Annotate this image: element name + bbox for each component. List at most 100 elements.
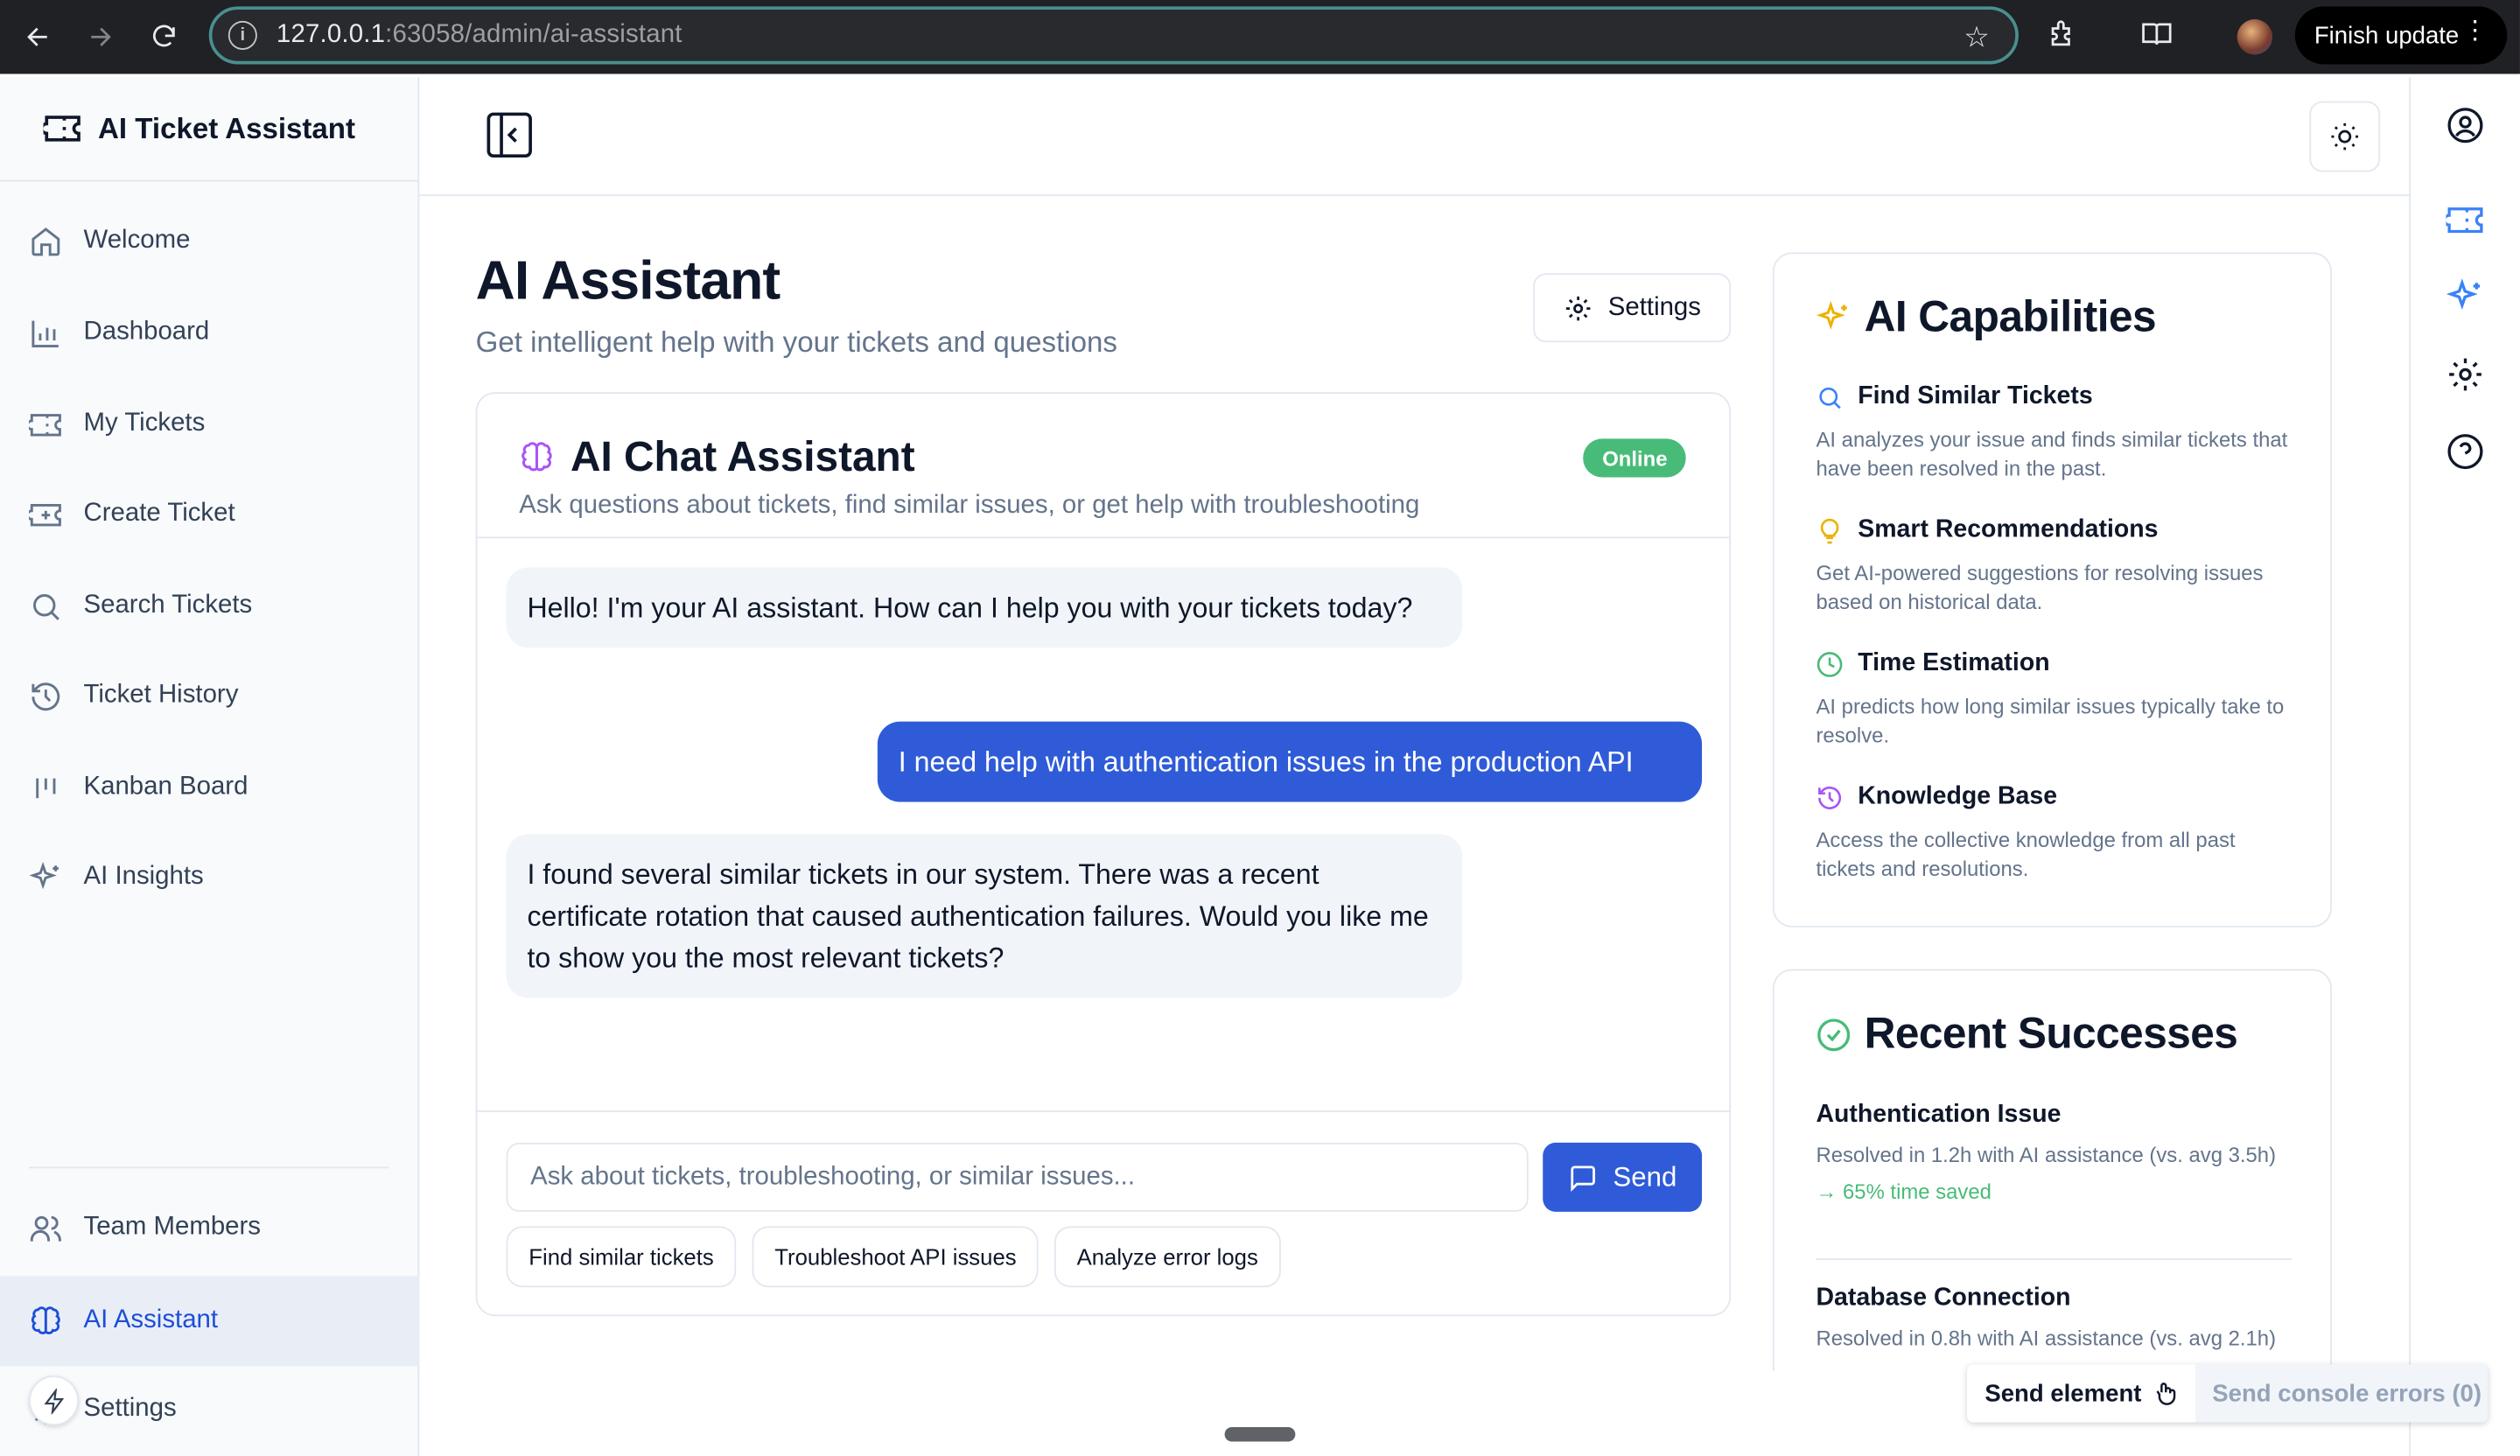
help-circle-icon[interactable]	[2446, 432, 2484, 471]
ticket-icon[interactable]	[2443, 201, 2484, 240]
chat-description: Ask questions about tickets, find simila…	[519, 492, 1420, 520]
settings-button-label: Settings	[1607, 293, 1701, 321]
capability-item: Find Similar Tickets AI analyzes your is…	[1816, 382, 2298, 482]
page-title: AI Assistant	[475, 250, 780, 312]
send-button[interactable]: Send	[1543, 1142, 1703, 1212]
site-info-icon[interactable]: i	[228, 20, 257, 50]
assistant-message: Hello! I'm your AI assistant. How can I …	[506, 567, 1463, 648]
capabilities-title: AI Capabilities	[1816, 292, 2157, 342]
sidebar-item-label: Kanban Board	[83, 773, 248, 801]
brand-title: AI Ticket Assistant	[98, 111, 356, 144]
sidebar-item-ai-assistant[interactable]: AI Assistant	[0, 1276, 420, 1367]
url-text: 127.0.0.1:63058/admin/ai-assistant	[276, 21, 682, 50]
successes-title: Recent Successes	[1816, 1009, 2238, 1059]
gear-icon[interactable]	[2446, 355, 2484, 394]
sidebar: AI Ticket Assistant Welcome Dashboard My…	[0, 77, 420, 1456]
sidebar-divider	[29, 1166, 389, 1169]
browser-toolbar: i 127.0.0.1:63058/admin/ai-assistant ☆ F…	[0, 0, 2520, 74]
lightning-button[interactable]	[29, 1376, 79, 1426]
capability-title-text: Smart Recommendations	[1858, 515, 2159, 543]
sidebar-item-welcome[interactable]: Welcome	[0, 200, 419, 284]
kebab-menu-icon: ⋮	[2461, 18, 2488, 46]
capability-title-text: Time Estimation	[1858, 649, 2050, 677]
sidebar-item-label: Ticket History	[83, 681, 239, 709]
success-item: Database Connection Resolved in 0.8h wit…	[1816, 1284, 2292, 1353]
user-message: I need help with authentication issues i…	[877, 721, 1703, 802]
top-bar	[419, 77, 2410, 197]
sun-icon	[2331, 122, 2359, 150]
send-element-label: Send element	[1984, 1379, 2142, 1408]
assistant-message: I found several similar tickets in our s…	[506, 834, 1463, 998]
time-saved: → 65% time saved	[1816, 1179, 2292, 1203]
arrow-right-icon: →	[1816, 1179, 1844, 1203]
successes-title-text: Recent Successes	[1864, 1009, 2238, 1058]
sidebar-item-label: AI Assistant	[83, 1306, 219, 1334]
chat-header: AI Chat Assistant Ask questions about ti…	[477, 394, 1730, 539]
send-console-errors-button[interactable]: Send console errors (0)	[2194, 1380, 2482, 1407]
message-icon	[1570, 1165, 1595, 1192]
sidebar-item-label: Create Ticket	[83, 500, 235, 528]
suggestion-chip[interactable]: Troubleshoot API issues	[752, 1226, 1040, 1288]
lightbulb-icon	[1820, 517, 1839, 543]
sidebar-item-search-tickets[interactable]: Search Tickets	[0, 564, 419, 648]
right-rail	[2409, 77, 2520, 1456]
sidebar-item-label: AI Insights	[83, 863, 204, 891]
capabilities-card: AI Capabilities Find Similar Tickets AI …	[1772, 252, 2333, 928]
brain-icon	[522, 441, 552, 471]
panel-left-icon	[486, 112, 532, 158]
forward-button[interactable]	[69, 0, 130, 74]
collapse-sidebar-button[interactable]	[484, 109, 536, 161]
back-button[interactable]	[8, 0, 69, 74]
capability-item: Time Estimation AI predicts how long sim…	[1816, 649, 2298, 749]
capability-description: Access the collective knowledge from all…	[1816, 827, 2236, 880]
theme-toggle-button[interactable]	[2309, 101, 2381, 172]
bar-chart-icon	[32, 319, 59, 347]
sparkles-icon	[29, 860, 59, 889]
sidebar-item-ticket-history[interactable]: Ticket History	[0, 654, 419, 738]
user-circle-icon[interactable]	[2446, 106, 2484, 144]
kanban-icon	[36, 777, 56, 798]
sidebar-item-label: Search Tickets	[83, 591, 253, 620]
sidebar-item-create-ticket[interactable]: Create Ticket	[0, 472, 419, 556]
capability-description: Get AI-powered suggestions for resolving…	[1816, 561, 2264, 613]
history-icon	[1818, 786, 1842, 808]
finish-update-button[interactable]: Finish update ⋮	[2294, 6, 2508, 65]
sidebar-item-ai-insights[interactable]: AI Insights	[0, 836, 419, 920]
search-icon	[33, 593, 60, 620]
arrow-right-icon	[91, 27, 111, 46]
history-icon	[32, 682, 60, 710]
sidebar-item-label: Welcome	[83, 226, 191, 255]
sidebar-item-my-tickets[interactable]: My Tickets	[0, 382, 419, 466]
profile-avatar[interactable]	[2236, 19, 2273, 55]
address-bar[interactable]: i 127.0.0.1:63058/admin/ai-assistant ☆	[208, 6, 2019, 65]
sidebar-item-dashboard[interactable]: Dashboard	[0, 290, 419, 374]
extensions-icon[interactable]	[2048, 18, 2080, 58]
lightning-icon	[43, 1387, 64, 1414]
status-badge: Online	[1583, 438, 1687, 478]
gear-icon	[1565, 295, 1590, 320]
sidebar-item-team-members[interactable]: Team Members	[0, 1186, 419, 1270]
settings-button[interactable]: Settings	[1533, 273, 1732, 343]
sidebar-item-label: My Tickets	[83, 410, 206, 438]
sparkles-icon[interactable]	[2446, 278, 2484, 317]
success-title: Database Connection	[1816, 1284, 2071, 1312]
reload-button[interactable]	[133, 0, 194, 74]
arrow-left-icon	[27, 27, 47, 46]
reading-mode-icon[interactable]	[2140, 18, 2173, 58]
page-subtitle: Get intelligent help with your tickets a…	[475, 326, 1117, 359]
chat-input[interactable]	[506, 1142, 1529, 1212]
sidebar-brand[interactable]: AI Ticket Assistant	[0, 77, 418, 182]
suggestion-chip[interactable]: Analyze error logs	[1054, 1226, 1281, 1288]
capability-title-text: Knowledge Base	[1858, 782, 2058, 810]
capability-item: Smart Recommendations Get AI-powered sug…	[1816, 516, 2298, 616]
devtools-toolbar: Send element Send console errors (0)	[1967, 1364, 2488, 1423]
suggestion-chip[interactable]: Find similar tickets	[506, 1226, 737, 1288]
chat-title: AI Chat Assistant	[519, 432, 915, 482]
resize-handle[interactable]	[1224, 1426, 1296, 1442]
url-host: 127.0.0.1	[276, 20, 386, 49]
brain-icon	[31, 1306, 60, 1334]
bookmark-star-icon[interactable]: ☆	[1964, 21, 1990, 55]
chat-title-text: AI Chat Assistant	[570, 432, 915, 481]
sidebar-item-kanban-board[interactable]: Kanban Board	[0, 746, 419, 830]
send-element-button[interactable]: Send element	[1967, 1364, 2195, 1423]
